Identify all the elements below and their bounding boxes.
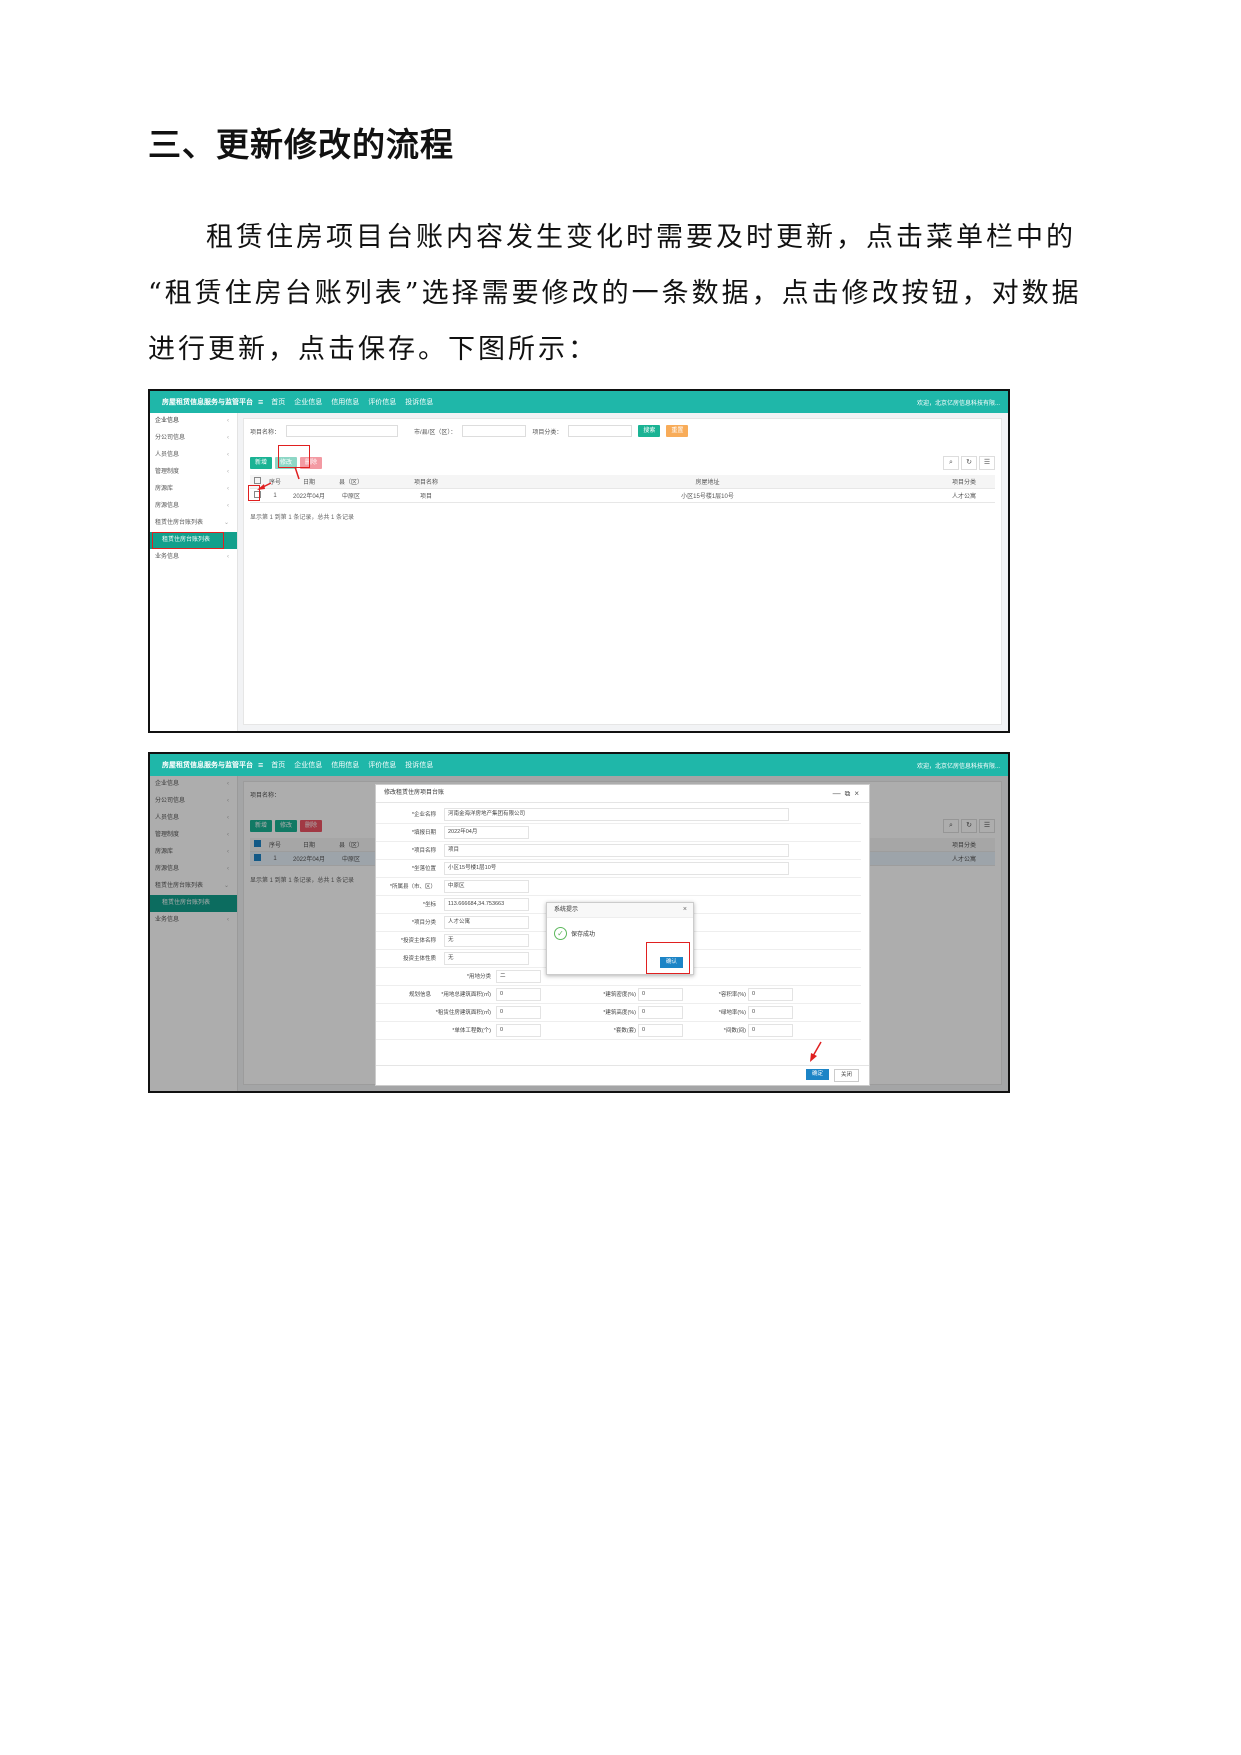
highlight-sidebar — [152, 532, 224, 549]
search-row: 项目名称： 市/县/区（区）： 项目分类： 搜索 重置 — [250, 424, 995, 438]
menu-toggle-icon[interactable]: ≡ — [258, 397, 263, 407]
welcome-text: 欢迎，北京亿房信息科技有限... — [916, 400, 1000, 407]
welcome-text: 欢迎，北京亿房信息科技有限... — [916, 763, 1000, 770]
top-nav: 首页 企业信息 信用信息 评价信息 投诉信息 — [271, 760, 433, 770]
app-topbar: 房屋租赁信息服务与监管平台 ≡ 首页 企业信息 信用信息 评价信息 投诉信息 欢… — [150, 754, 1008, 776]
location-field[interactable]: 小区15号楼1层10号 — [444, 862, 789, 875]
dialog-close-button[interactable]: 关闭 — [833, 1069, 859, 1082]
screenshot-list-view: 房屋租赁信息服务与监管平台 ≡ 首页 企业信息 信用信息 评价信息 投诉信息 欢… — [148, 389, 1010, 733]
dialog-footer: 确定 关闭 — [376, 1065, 869, 1085]
category-select[interactable] — [568, 425, 633, 437]
sidebar-item-business[interactable]: 业务信息 ‹ — [150, 549, 237, 566]
field-row: *租赁住房建筑面积(㎡) 0 *建筑高度(%) 0 *绿地率(%) 0 — [376, 1003, 861, 1022]
message-body: ✓ 保存成功 — [554, 927, 595, 940]
nav-complaint[interactable]: 投诉信息 — [405, 760, 433, 770]
refresh-icon[interactable]: ↻ — [961, 456, 977, 470]
company-name-field[interactable]: 河南金海洋房地产集团有限公司 — [444, 808, 789, 821]
menu-toggle-icon[interactable]: ≡ — [258, 760, 263, 770]
field-row: *单体工程数(个) 0 *套数(套) 0 *间数(间) 0 — [376, 1021, 861, 1040]
app-topbar: 房屋租赁信息服务与监管平台 ≡ 首页 企业信息 信用信息 评价信息 投诉信息 欢… — [150, 391, 1008, 413]
sidebar-item-housing-info[interactable]: 房源信息 ‹ — [150, 498, 237, 515]
dialog-save-button[interactable]: 确定 — [805, 1069, 829, 1080]
field-row: *所属县（市、区） 中原区 — [376, 877, 861, 896]
nav-home[interactable]: 首页 — [271, 397, 285, 407]
check-icon: ✓ — [554, 927, 567, 940]
report-date-field[interactable]: 2022年04月 — [444, 826, 529, 839]
close-icon[interactable]: × — [683, 903, 687, 917]
nav-company[interactable]: 企业信息 — [294, 760, 322, 770]
content-panel: 项目名称： 市/县/区（区）： 项目分类： 搜索 重置 新增 修改 删除 ⌕ ↻… — [243, 418, 1002, 725]
top-nav: 首页 企业信息 信用信息 评价信息 投诉信息 — [271, 397, 433, 407]
screenshot-edit-dialog: 房屋租赁信息服务与监管平台 ≡ 首页 企业信息 信用信息 评价信息 投诉信息 欢… — [148, 752, 1010, 1093]
field-row: *项目名称 项目 — [376, 841, 861, 860]
highlight-ok-button — [646, 942, 690, 974]
pagination-info: 显示第 1 到第 1 条记录，总共 1 条记录 — [250, 515, 355, 521]
investor-name-field[interactable]: 无 — [444, 934, 529, 947]
nav-evaluation[interactable]: 评价信息 — [368, 760, 396, 770]
district-select[interactable]: 中原区 — [444, 880, 529, 893]
investor-type-field[interactable]: 无 — [444, 952, 529, 965]
sidebar-item-ledger-list[interactable]: 租赁住房台账列表 ⌄ — [150, 515, 237, 532]
coordinate-field[interactable]: 113.666684,34.753663 — [444, 898, 529, 911]
reset-button[interactable]: 重置 — [666, 425, 689, 437]
paragraph-line-2: “租赁住房台账列表”选择需要修改的一条数据，点击修改按钮，对数据 — [148, 278, 1082, 309]
project-name-input[interactable] — [286, 425, 399, 437]
sidebar-item-housing-pool[interactable]: 房源库 ‹ — [150, 481, 237, 498]
dialog-title: 修改租赁住房项目台账 —⧉× — [376, 785, 869, 803]
paragraph-line-1: 租赁住房项目台账内容发生变化时需要及时更新，点击菜单栏中的 — [206, 222, 1076, 253]
sidebar-item-rules[interactable]: 管理制度 ‹ — [150, 464, 237, 481]
sidebar-item-branch[interactable]: 分公司信息 ‹ — [150, 430, 237, 447]
arrow-icon — [810, 1041, 822, 1062]
project-name-field[interactable]: 项目 — [444, 844, 789, 857]
field-row: *填报日期 2022年04月 — [376, 823, 861, 842]
nav-company[interactable]: 企业信息 — [294, 397, 322, 407]
sidebar-item-company[interactable]: 企业信息 ‹ — [150, 413, 237, 430]
field-row: 规划信息 *用地总建筑面积(㎡) 0 *建筑密度(%) 0 *容积率(%) 0 — [376, 985, 861, 1004]
field-row: *企业名称 河南金海洋房地产集团有限公司 — [376, 805, 861, 824]
app-brand: 房屋租赁信息服务与监管平台 — [162, 762, 253, 769]
district-select[interactable] — [462, 425, 527, 437]
nav-complaint[interactable]: 投诉信息 — [405, 397, 433, 407]
instruction-paragraph: 租赁住房项目台账内容发生变化时需要及时更新，点击菜单栏中的 “租赁住房台账列表”… — [148, 210, 1108, 378]
nav-evaluation[interactable]: 评价信息 — [368, 397, 396, 407]
search-button[interactable]: 搜索 — [638, 425, 661, 437]
section-heading: 三、更新修改的流程 — [148, 125, 454, 164]
table-row[interactable]: 1 2022年04月 中原区 项目 小区15号楼1层10号 人才公寓 — [250, 488, 995, 503]
columns-icon[interactable]: ☰ — [979, 456, 995, 470]
sidebar-item-staff[interactable]: 人员信息 ‹ — [150, 447, 237, 464]
table-tools: ⌕ ↻ ☰ — [943, 456, 995, 470]
app-brand: 房屋租赁信息服务与监管平台 — [162, 399, 253, 406]
field-row: *坐落位置 小区15号楼1层10号 — [376, 859, 861, 878]
sidebar: 企业信息 ‹ 分公司信息 ‹ 人员信息 ‹ 管理制度 ‹ 房源库 ‹ 房源信息 ‹ 租赁住房… — [150, 413, 238, 731]
category-select[interactable]: 人才公寓 — [444, 916, 529, 929]
nav-credit[interactable]: 信用信息 — [331, 397, 359, 407]
nav-credit[interactable]: 信用信息 — [331, 760, 359, 770]
arrow-icon — [257, 466, 300, 490]
nav-home[interactable]: 首页 — [271, 760, 285, 770]
paragraph-line-3: 进行更新，点击保存。下图所示： — [148, 334, 598, 365]
search-icon[interactable]: ⌕ — [943, 456, 959, 470]
message-title: 系统提示 × — [547, 903, 693, 918]
window-controls-icon[interactable]: —⧉× — [833, 785, 863, 802]
ledger-table: 序号 日期 县（区） 项目名称 房屋地址 项目分类 1 2022年04月 中原区… — [250, 475, 995, 503]
